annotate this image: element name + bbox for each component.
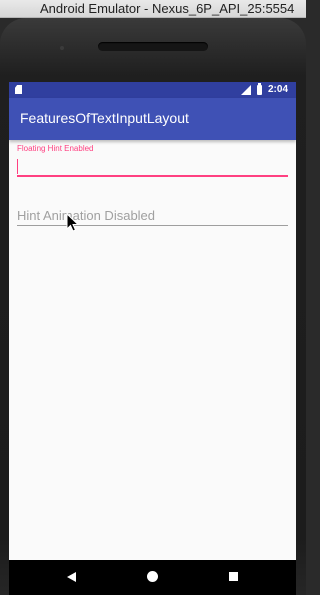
hint-animation-disabled-hint: Hint Animation Disabled xyxy=(17,208,156,223)
front-camera-icon xyxy=(60,46,64,50)
battery-icon xyxy=(257,83,262,95)
recents-icon[interactable] xyxy=(229,572,238,581)
navigation-bar xyxy=(9,560,296,595)
mouse-pointer-icon xyxy=(66,213,80,232)
text-cursor xyxy=(17,159,18,174)
sd-card-icon xyxy=(15,85,22,94)
app-toolbar: FeaturesOfTextInputLayout xyxy=(9,98,296,140)
emulator-window-title: Android Emulator - Nexus_6P_API_25:5554 xyxy=(40,1,295,16)
hint-animation-disabled-text-input[interactable]: Hint Animation Disabled xyxy=(17,206,288,226)
status-bar: 2:04 xyxy=(9,82,296,98)
signal-icon xyxy=(241,85,251,95)
earpiece-speaker xyxy=(98,42,208,51)
device-top-bezel xyxy=(0,18,306,82)
floating-hint-text-input[interactable] xyxy=(17,156,288,176)
emulator-title-bar: Android Emulator - Nexus_6P_API_25:5554 xyxy=(0,0,306,18)
home-icon[interactable] xyxy=(147,571,158,582)
status-time: 2:04 xyxy=(268,84,289,95)
hint-animation-disabled-underline xyxy=(17,225,288,226)
floating-hint-underline xyxy=(17,175,288,177)
device-screen: 2:04 FeaturesOfTextInputLayout Floating … xyxy=(9,82,296,560)
floating-hint-label: Floating Hint Enabled xyxy=(17,144,94,153)
back-icon[interactable] xyxy=(67,572,76,582)
app-title: FeaturesOfTextInputLayout xyxy=(20,110,189,126)
